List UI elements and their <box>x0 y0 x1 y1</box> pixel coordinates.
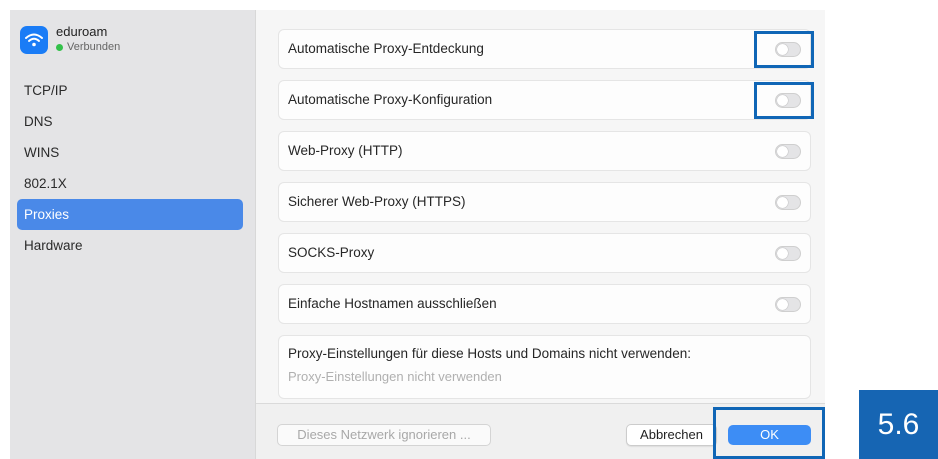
network-name: eduroam <box>56 24 108 39</box>
highlight-ok-button <box>713 407 825 459</box>
sidebar-item-hardware[interactable]: Hardware <box>17 230 243 261</box>
sidebar-item-tcpip[interactable]: TCP/IP <box>17 75 243 106</box>
bypass-hosts-input[interactable]: Proxy-Einstellungen nicht verwenden <box>288 369 502 384</box>
highlight-auto-discovery-toggle <box>754 31 814 68</box>
ignore-network-button[interactable]: Dieses Netzwerk ignorieren ... <box>277 424 491 446</box>
proxy-row-auto-discovery: Automatische Proxy-Entdeckung <box>278 29 811 69</box>
cancel-button[interactable]: Abbrechen <box>626 424 717 446</box>
toggle-knob <box>777 146 788 157</box>
wifi-icon <box>20 26 48 54</box>
network-settings-window: eduroam Verbunden TCP/IP DNS WINS 802.1X… <box>10 10 825 459</box>
web-proxy-toggle[interactable] <box>775 144 801 159</box>
proxy-row-exclude-simple: Einfache Hostnamen ausschließen <box>278 284 811 324</box>
bypass-hosts-label: Proxy-Einstellungen für diese Hosts und … <box>288 346 691 361</box>
sidebar-list: TCP/IP DNS WINS 802.1X Proxies Hardware <box>17 75 243 261</box>
network-header: eduroam Verbunden <box>20 24 120 60</box>
sidebar: eduroam Verbunden TCP/IP DNS WINS 802.1X… <box>10 10 256 459</box>
sidebar-item-8021x[interactable]: 802.1X <box>17 168 243 199</box>
toggle-knob <box>777 299 788 310</box>
toggle-knob <box>777 197 788 208</box>
sidebar-item-proxies[interactable]: Proxies <box>17 199 243 230</box>
socks-proxy-toggle[interactable] <box>775 246 801 261</box>
proxy-row-auto-config: Automatische Proxy-Konfiguration <box>278 80 811 120</box>
proxy-row-socks: SOCKS-Proxy <box>278 233 811 273</box>
proxy-row-secure-https: Sicherer Web-Proxy (HTTPS) <box>278 182 811 222</box>
network-status-text: Verbunden <box>67 41 121 53</box>
step-badge: 5.6 <box>859 390 938 459</box>
proxy-row-label: Automatische Proxy-Konfiguration <box>288 92 493 107</box>
proxy-row-label: SOCKS-Proxy <box>288 245 375 260</box>
proxy-row-label: Web-Proxy (HTTP) <box>288 143 403 158</box>
proxy-row-web-http: Web-Proxy (HTTP) <box>278 131 811 171</box>
secure-web-proxy-toggle[interactable] <box>775 195 801 210</box>
connected-dot-icon <box>56 43 63 51</box>
sidebar-item-dns[interactable]: DNS <box>17 106 243 137</box>
highlight-auto-config-toggle <box>754 82 814 119</box>
proxy-row-label: Einfache Hostnamen ausschließen <box>288 296 497 311</box>
bypass-hosts-section: Proxy-Einstellungen für diese Hosts und … <box>278 335 811 399</box>
exclude-simple-hostnames-toggle[interactable] <box>775 297 801 312</box>
sidebar-item-wins[interactable]: WINS <box>17 137 243 168</box>
proxy-row-label: Automatische Proxy-Entdeckung <box>288 41 484 56</box>
toggle-knob <box>777 248 788 259</box>
network-status: Verbunden <box>56 40 120 54</box>
proxies-panel: Automatische Proxy-Entdeckung Automatisc… <box>256 10 825 403</box>
proxy-row-label: Sicherer Web-Proxy (HTTPS) <box>288 194 466 209</box>
